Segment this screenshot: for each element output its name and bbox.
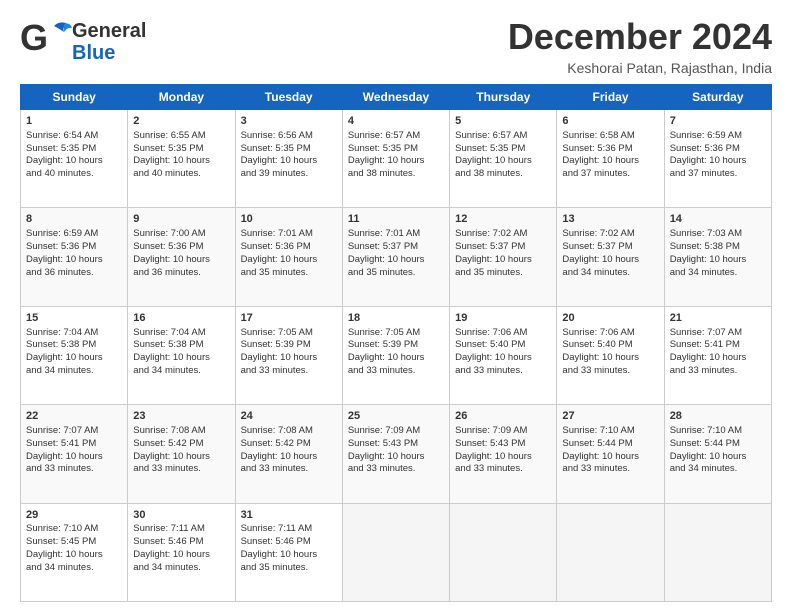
logo-blue: Blue xyxy=(72,42,146,64)
calendar-day-8: 8Sunrise: 6:59 AMSunset: 5:36 PMDaylight… xyxy=(21,208,128,306)
calendar-day-20: 20Sunrise: 7:06 AMSunset: 5:40 PMDayligh… xyxy=(557,306,664,404)
calendar-day-13: 13Sunrise: 7:02 AMSunset: 5:37 PMDayligh… xyxy=(557,208,664,306)
calendar-day-empty xyxy=(664,503,771,601)
calendar-day-17: 17Sunrise: 7:05 AMSunset: 5:39 PMDayligh… xyxy=(235,306,342,404)
page: G General Blue December 2024 Keshorai Pa… xyxy=(0,0,792,612)
calendar-day-empty xyxy=(342,503,449,601)
calendar-day-empty xyxy=(450,503,557,601)
calendar-header-row: Sunday Monday Tuesday Wednesday Thursday… xyxy=(21,85,772,110)
calendar-day-2: 2Sunrise: 6:55 AMSunset: 5:35 PMDaylight… xyxy=(128,110,235,208)
calendar-day-23: 23Sunrise: 7:08 AMSunset: 5:42 PMDayligh… xyxy=(128,405,235,503)
calendar-day-15: 15Sunrise: 7:04 AMSunset: 5:38 PMDayligh… xyxy=(21,306,128,404)
calendar-day-14: 14Sunrise: 7:03 AMSunset: 5:38 PMDayligh… xyxy=(664,208,771,306)
calendar-day-9: 9Sunrise: 7:00 AMSunset: 5:36 PMDaylight… xyxy=(128,208,235,306)
logo: G General Blue xyxy=(20,16,146,64)
calendar-day-3: 3Sunrise: 6:56 AMSunset: 5:35 PMDaylight… xyxy=(235,110,342,208)
col-tuesday: Tuesday xyxy=(235,85,342,110)
calendar-week-4: 22Sunrise: 7:07 AMSunset: 5:41 PMDayligh… xyxy=(21,405,772,503)
calendar-day-27: 27Sunrise: 7:10 AMSunset: 5:44 PMDayligh… xyxy=(557,405,664,503)
col-sunday: Sunday xyxy=(21,85,128,110)
calendar-week-3: 15Sunrise: 7:04 AMSunset: 5:38 PMDayligh… xyxy=(21,306,772,404)
calendar-day-19: 19Sunrise: 7:06 AMSunset: 5:40 PMDayligh… xyxy=(450,306,557,404)
calendar-day-29: 29Sunrise: 7:10 AMSunset: 5:45 PMDayligh… xyxy=(21,503,128,601)
svg-text:G: G xyxy=(20,18,48,58)
calendar-day-5: 5Sunrise: 6:57 AMSunset: 5:35 PMDaylight… xyxy=(450,110,557,208)
col-thursday: Thursday xyxy=(450,85,557,110)
logo-general: General xyxy=(72,20,146,42)
col-monday: Monday xyxy=(128,85,235,110)
subtitle: Keshorai Patan, Rajasthan, India xyxy=(508,60,772,76)
calendar-day-25: 25Sunrise: 7:09 AMSunset: 5:43 PMDayligh… xyxy=(342,405,449,503)
month-title: December 2024 xyxy=(508,16,772,58)
calendar-week-5: 29Sunrise: 7:10 AMSunset: 5:45 PMDayligh… xyxy=(21,503,772,601)
calendar-day-18: 18Sunrise: 7:05 AMSunset: 5:39 PMDayligh… xyxy=(342,306,449,404)
calendar-day-24: 24Sunrise: 7:08 AMSunset: 5:42 PMDayligh… xyxy=(235,405,342,503)
title-block: December 2024 Keshorai Patan, Rajasthan,… xyxy=(508,16,772,76)
header: G General Blue December 2024 Keshorai Pa… xyxy=(20,16,772,76)
calendar-day-30: 30Sunrise: 7:11 AMSunset: 5:46 PMDayligh… xyxy=(128,503,235,601)
calendar-day-10: 10Sunrise: 7:01 AMSunset: 5:36 PMDayligh… xyxy=(235,208,342,306)
calendar-day-28: 28Sunrise: 7:10 AMSunset: 5:44 PMDayligh… xyxy=(664,405,771,503)
col-saturday: Saturday xyxy=(664,85,771,110)
calendar-day-4: 4Sunrise: 6:57 AMSunset: 5:35 PMDaylight… xyxy=(342,110,449,208)
calendar-day-11: 11Sunrise: 7:01 AMSunset: 5:37 PMDayligh… xyxy=(342,208,449,306)
calendar-day-22: 22Sunrise: 7:07 AMSunset: 5:41 PMDayligh… xyxy=(21,405,128,503)
calendar-day-26: 26Sunrise: 7:09 AMSunset: 5:43 PMDayligh… xyxy=(450,405,557,503)
col-friday: Friday xyxy=(557,85,664,110)
calendar-table: Sunday Monday Tuesday Wednesday Thursday… xyxy=(20,84,772,602)
calendar-week-2: 8Sunrise: 6:59 AMSunset: 5:36 PMDaylight… xyxy=(21,208,772,306)
calendar-day-1: 1Sunrise: 6:54 AMSunset: 5:35 PMDaylight… xyxy=(21,110,128,208)
calendar-day-21: 21Sunrise: 7:07 AMSunset: 5:41 PMDayligh… xyxy=(664,306,771,404)
calendar-day-empty xyxy=(557,503,664,601)
calendar-day-12: 12Sunrise: 7:02 AMSunset: 5:37 PMDayligh… xyxy=(450,208,557,306)
calendar-week-1: 1Sunrise: 6:54 AMSunset: 5:35 PMDaylight… xyxy=(21,110,772,208)
calendar-day-6: 6Sunrise: 6:58 AMSunset: 5:36 PMDaylight… xyxy=(557,110,664,208)
calendar-day-7: 7Sunrise: 6:59 AMSunset: 5:36 PMDaylight… xyxy=(664,110,771,208)
calendar-day-16: 16Sunrise: 7:04 AMSunset: 5:38 PMDayligh… xyxy=(128,306,235,404)
calendar-day-31: 31Sunrise: 7:11 AMSunset: 5:46 PMDayligh… xyxy=(235,503,342,601)
col-wednesday: Wednesday xyxy=(342,85,449,110)
